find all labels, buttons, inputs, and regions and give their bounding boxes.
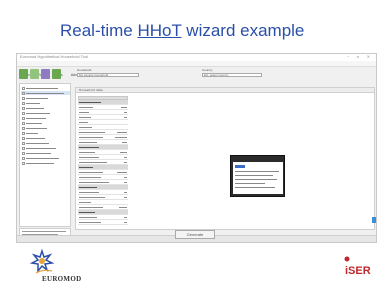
edit-household-icon[interactable] bbox=[41, 69, 50, 79]
tree-item[interactable] bbox=[22, 101, 68, 105]
run-icon[interactable] bbox=[52, 69, 61, 79]
euromod-wordmark: EUROMOD bbox=[42, 275, 82, 283]
tree-item[interactable] bbox=[22, 86, 68, 90]
title-suffix: wizard example bbox=[181, 21, 305, 40]
popup-line bbox=[235, 187, 275, 188]
tree-item[interactable] bbox=[22, 121, 68, 125]
tree-item[interactable] bbox=[22, 161, 68, 165]
tree-item[interactable] bbox=[22, 151, 68, 155]
top-fields: Household My sample household Country EU… bbox=[75, 67, 375, 81]
country-label: Country bbox=[202, 68, 213, 72]
household-grid bbox=[78, 96, 128, 225]
popup-line bbox=[235, 171, 279, 172]
toolbar bbox=[19, 69, 63, 81]
country-select[interactable]: EU: select country bbox=[202, 73, 262, 77]
popup-header-block bbox=[235, 165, 245, 168]
tree-item[interactable] bbox=[22, 136, 68, 140]
generate-button[interactable]: Generate bbox=[175, 230, 215, 239]
slide-title: Real-time HHoT wizard example bbox=[60, 21, 304, 41]
tree-item[interactable] bbox=[22, 106, 68, 110]
grid-row[interactable] bbox=[78, 220, 128, 225]
popup-line bbox=[235, 175, 273, 176]
popup-line bbox=[235, 183, 265, 184]
app-window: Euromod Hypothetical Household Tool – ▫ … bbox=[16, 53, 377, 243]
content-header-label: Household data bbox=[79, 88, 103, 92]
tree-item[interactable] bbox=[22, 131, 68, 135]
window-controls[interactable]: – ▫ × bbox=[347, 54, 373, 59]
tree-item[interactable] bbox=[22, 156, 68, 160]
window-title: Euromod Hypothetical Household Tool bbox=[20, 54, 88, 59]
content-panel: Household data bbox=[75, 87, 375, 230]
iser-wordmark: iSER bbox=[345, 265, 371, 277]
slide: Real-time HHoT wizard example Euromod Hy… bbox=[0, 0, 381, 289]
tree-item[interactable] bbox=[22, 126, 68, 130]
content-header: Household data bbox=[76, 88, 374, 93]
tree-item[interactable] bbox=[22, 116, 68, 120]
preview-popup[interactable] bbox=[230, 155, 285, 197]
new-household-icon[interactable] bbox=[19, 69, 28, 79]
household-label: Household bbox=[77, 68, 92, 72]
tree-item[interactable] bbox=[22, 146, 68, 150]
hint-line bbox=[22, 231, 66, 232]
popup-line bbox=[235, 179, 277, 180]
household-field[interactable]: My sample household bbox=[77, 73, 139, 77]
title-prefix: Real-time bbox=[60, 21, 138, 40]
title-link-hhot[interactable]: HHoT bbox=[137, 21, 181, 40]
tree-item[interactable] bbox=[22, 91, 68, 95]
tree-item[interactable] bbox=[22, 111, 68, 115]
popup-body bbox=[233, 162, 283, 194]
open-household-icon[interactable] bbox=[30, 69, 39, 79]
window-titlebar: Euromod Hypothetical Household Tool – ▫ … bbox=[17, 54, 376, 61]
tree-item[interactable] bbox=[22, 96, 68, 100]
household-tree-panel bbox=[19, 83, 71, 227]
scroll-marker bbox=[372, 217, 376, 223]
tree-item[interactable] bbox=[22, 141, 68, 145]
